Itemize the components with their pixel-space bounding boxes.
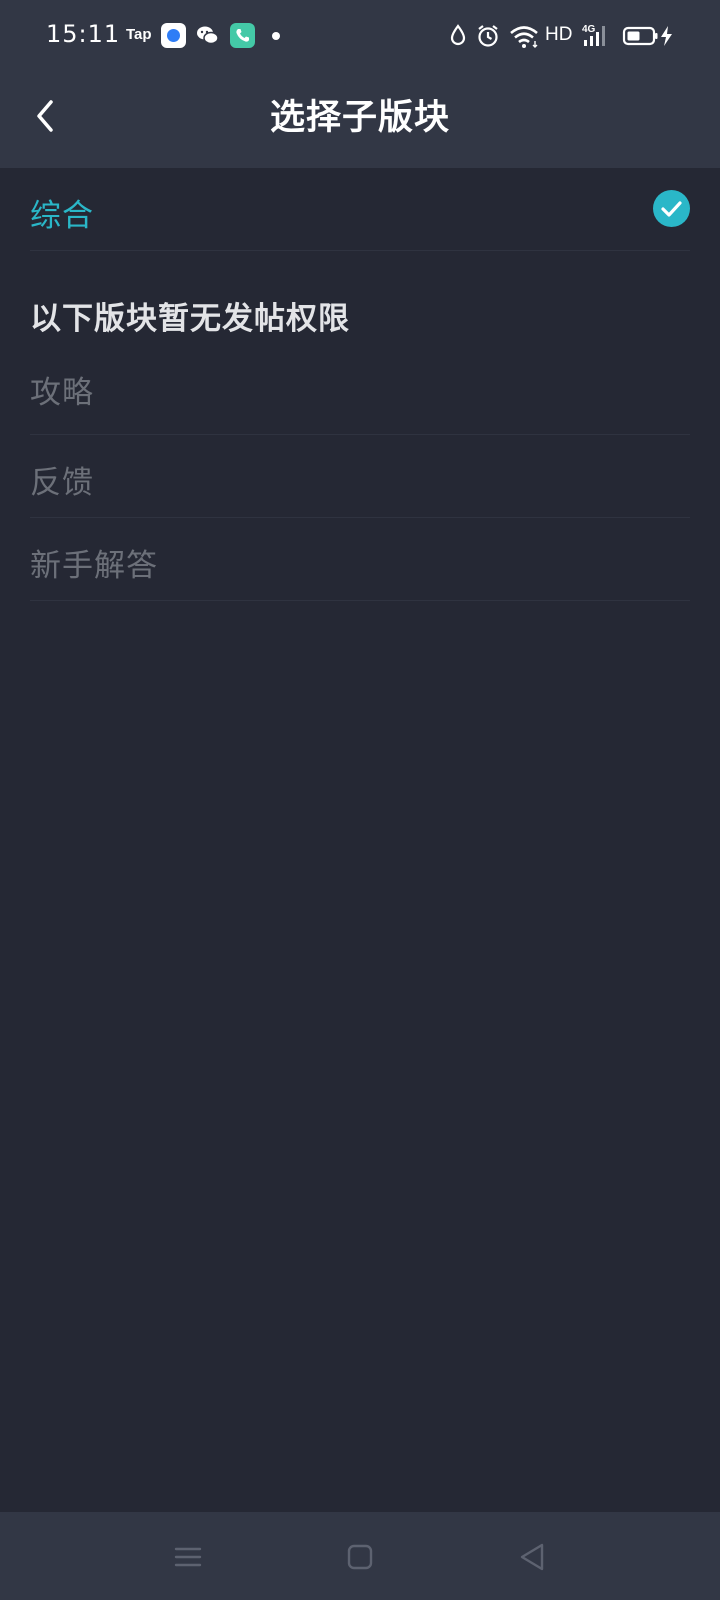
alarm-icon	[478, 25, 498, 47]
subforum-item-label: 反馈	[30, 465, 94, 501]
battery-icon	[622, 26, 672, 46]
subforum-item-label: 攻略	[30, 375, 94, 411]
subforum-item-disabled: 新手解答	[30, 518, 690, 601]
notification-dot	[272, 32, 280, 40]
subforum-item-selected[interactable]: 综合	[30, 168, 690, 251]
phone-app-icon	[230, 23, 255, 48]
top-bar: 15:11 Tap HD 4G 选择子版块	[0, 0, 720, 168]
check-circle-icon	[653, 190, 690, 227]
subforum-item-disabled: 攻略	[30, 357, 690, 435]
subforum-list: 综合 以下版块暂无发帖权限 攻略 反馈 新手解答	[0, 168, 720, 601]
status-bar: 15:11 Tap HD 4G	[0, 0, 720, 72]
status-time: 15:11	[46, 20, 121, 48]
blue-app-icon	[161, 23, 186, 48]
water-drop-icon	[450, 24, 466, 46]
back-triangle-icon[interactable]	[515, 1540, 549, 1574]
subforum-item-disabled: 反馈	[30, 435, 690, 518]
signal-4g-icon: 4G	[582, 24, 605, 46]
menu-icon[interactable]	[171, 1540, 205, 1574]
home-square-icon[interactable]	[343, 1540, 377, 1574]
wechat-icon	[195, 23, 220, 48]
header: 选择子版块	[0, 72, 720, 168]
wifi-icon	[510, 26, 538, 48]
restricted-section-header: 以下版块暂无发帖权限	[30, 251, 690, 357]
subforum-item-label: 新手解答	[30, 548, 158, 584]
svg-text:4G: 4G	[582, 24, 596, 35]
page-title: 选择子版块	[269, 98, 450, 138]
subforum-item-label: 综合	[30, 198, 94, 234]
system-nav-bar	[0, 1512, 720, 1600]
network-type: HD	[545, 24, 573, 45]
tap-app-icon: Tap	[126, 26, 152, 43]
screen: 15:11 Tap HD 4G 选择子版块 综合 以下版块暂无发帖权限 攻略 反…	[0, 0, 720, 1600]
section-title: 以下版块暂无发帖权限	[30, 301, 350, 337]
